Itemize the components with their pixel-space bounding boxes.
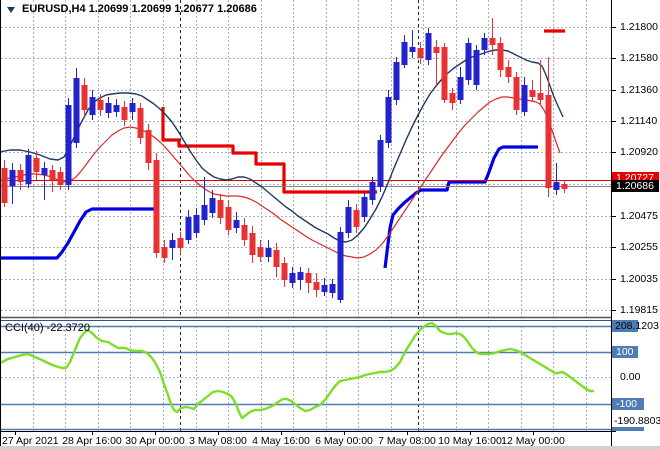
time-axis-label: 27 Apr 2021 <box>2 435 59 447</box>
price-axis-label: 1.21580 <box>620 52 658 64</box>
price-axis-label: 1.21360 <box>620 84 658 96</box>
time-axis-label: 6 May 00:00 <box>315 435 373 447</box>
price-axis[interactable]: 1.20727 1.20686 208.1203 100 0.00 -100 -… <box>612 0 660 446</box>
chart-canvas[interactable] <box>0 0 660 450</box>
time-axis-label: 4 May 16:00 <box>252 435 310 447</box>
symbol-dropdown-icon[interactable] <box>7 6 15 13</box>
time-axis-label: 7 May 08:00 <box>378 435 436 447</box>
indicator-label: CCI(40) -22.3720 <box>5 322 90 334</box>
price-axis-label: 1.20920 <box>620 146 658 158</box>
time-axis[interactable]: 27 Apr 2021 28 Apr 16:00 30 Apr 00:00 3 May… <box>0 433 612 448</box>
time-axis-label: 28 Apr 16:00 <box>62 435 122 447</box>
cci-level-100-badge: 100 <box>612 346 638 358</box>
price-axis-label: 1.20475 <box>620 210 658 222</box>
cci-zero-label: 0.00 <box>620 371 641 383</box>
price-axis-label: 1.20255 <box>620 241 658 253</box>
time-axis-label: 12 May 00:00 <box>501 435 565 447</box>
time-axis-label: 30 Apr 00:00 <box>125 435 185 447</box>
price-axis-label: 1.20035 <box>620 273 658 285</box>
chart-title: EURUSD,H4 1.20699 1.20699 1.20677 1.2068… <box>5 3 257 15</box>
price-axis-label: 1.21800 <box>620 21 658 33</box>
cci-max-label: 208.1203 <box>615 320 659 332</box>
time-axis-label: 10 May 16:00 <box>438 435 502 447</box>
price-axis-label: 1.21140 <box>620 115 658 127</box>
price-axis-label: 1.19815 <box>620 304 658 316</box>
symbol-ohlc-text: EURUSD,H4 1.20699 1.20699 1.20677 1.2068… <box>22 3 257 15</box>
time-axis-label: 3 May 08:00 <box>189 435 247 447</box>
cci-level-m200-badge <box>612 427 644 431</box>
cci-level-m100-badge: -100 <box>612 398 644 410</box>
mt4-chart-window: EURUSD,H4 1.20699 1.20699 1.20677 1.2068… <box>0 0 660 450</box>
cci-min-label: -190.8803 <box>614 415 660 427</box>
bid-price-badge: 1.20686 <box>612 180 659 192</box>
